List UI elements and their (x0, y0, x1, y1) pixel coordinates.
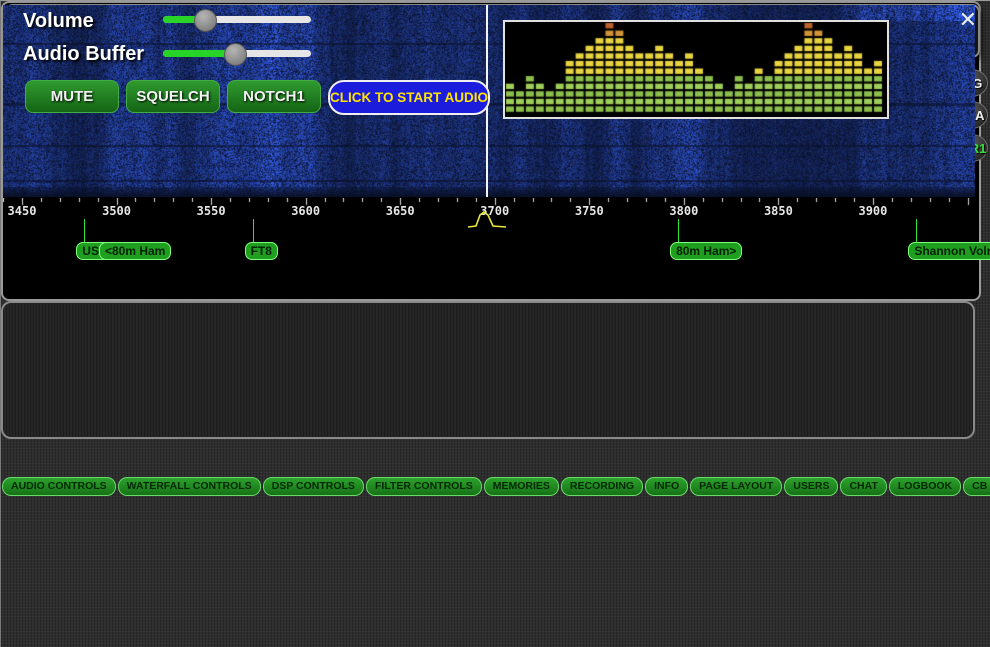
volume-slider[interactable] (163, 16, 311, 23)
scale-label-3850: 3850 (764, 204, 793, 218)
audio-buffer-slider-thumb[interactable] (224, 43, 247, 66)
scale-label-3600: 3600 (291, 204, 320, 218)
scale-label-3450: 3450 (8, 204, 37, 218)
tab-memories[interactable]: MEMORIES (484, 477, 559, 496)
volume-label: Volume (23, 10, 94, 33)
band-marker-line-shannon-volmet (916, 219, 917, 242)
control-tabs-row: AUDIO CONTROLSWATERFALL CONTROLSDSP CONT… (2, 477, 990, 496)
tab-cb-codes[interactable]: CB CODES (963, 477, 990, 496)
band-marker-line-ft8 (253, 219, 254, 242)
notch1-button[interactable]: NOTCH1 (227, 80, 321, 113)
scale-label-3750: 3750 (575, 204, 604, 218)
band-marker-80m-ham[interactable]: <80m Ham (99, 242, 171, 260)
squelch-button[interactable]: SQUELCH (126, 80, 220, 113)
audio-controls-panel: Volume Audio Buffer MUTE SQUELCH NOTCH1 … (1, 301, 975, 439)
passband-filter-icon (466, 211, 508, 229)
audio-buffer-label: Audio Buffer (23, 43, 144, 66)
tab-logbook[interactable]: LOGBOOK (889, 477, 961, 496)
band-marker-line-80m-ham (678, 219, 679, 242)
tab-chat[interactable]: CHAT (840, 477, 886, 496)
tab-filter-controls[interactable]: FILTER CONTROLS (366, 477, 482, 496)
band-marker-ft8[interactable]: FT8 (245, 242, 278, 260)
tab-users[interactable]: USERS (784, 477, 838, 496)
scale-label-3900: 3900 (858, 204, 887, 218)
tab-audio-controls[interactable]: AUDIO CONTROLS (2, 477, 116, 496)
audio-spectrum-box (503, 20, 889, 119)
band-marker-80m-ham[interactable]: 80m Ham> (670, 242, 742, 260)
band-marker-shannon-volmet[interactable]: Shannon Volmet (908, 242, 981, 260)
band-marker-line-us-volmet (84, 219, 85, 242)
scale-label-3500: 3500 (102, 204, 131, 218)
tab-page-layout[interactable]: PAGE LAYOUT (690, 477, 782, 496)
scale-label-3800: 3800 (669, 204, 698, 218)
tab-recording[interactable]: RECORDING (561, 477, 643, 496)
start-audio-button[interactable]: CLICK TO START AUDIO (328, 80, 490, 115)
scale-label-3550: 3550 (197, 204, 226, 218)
close-icon[interactable]: ✕ (959, 9, 977, 31)
tab-info[interactable]: INFO (645, 477, 688, 496)
websdr-app: G0XBU G0XBU WEBSDR - JODRELL BANK ~~ARI~… (0, 0, 990, 647)
mute-button[interactable]: MUTE (25, 80, 119, 113)
tab-waterfall-controls[interactable]: WATERFALL CONTROLS (118, 477, 261, 496)
scale-label-3650: 3650 (386, 204, 415, 218)
audio-spectrum-canvas (505, 22, 883, 113)
tab-dsp-controls[interactable]: DSP CONTROLS (263, 477, 364, 496)
audio-buffer-slider[interactable] (163, 50, 311, 57)
